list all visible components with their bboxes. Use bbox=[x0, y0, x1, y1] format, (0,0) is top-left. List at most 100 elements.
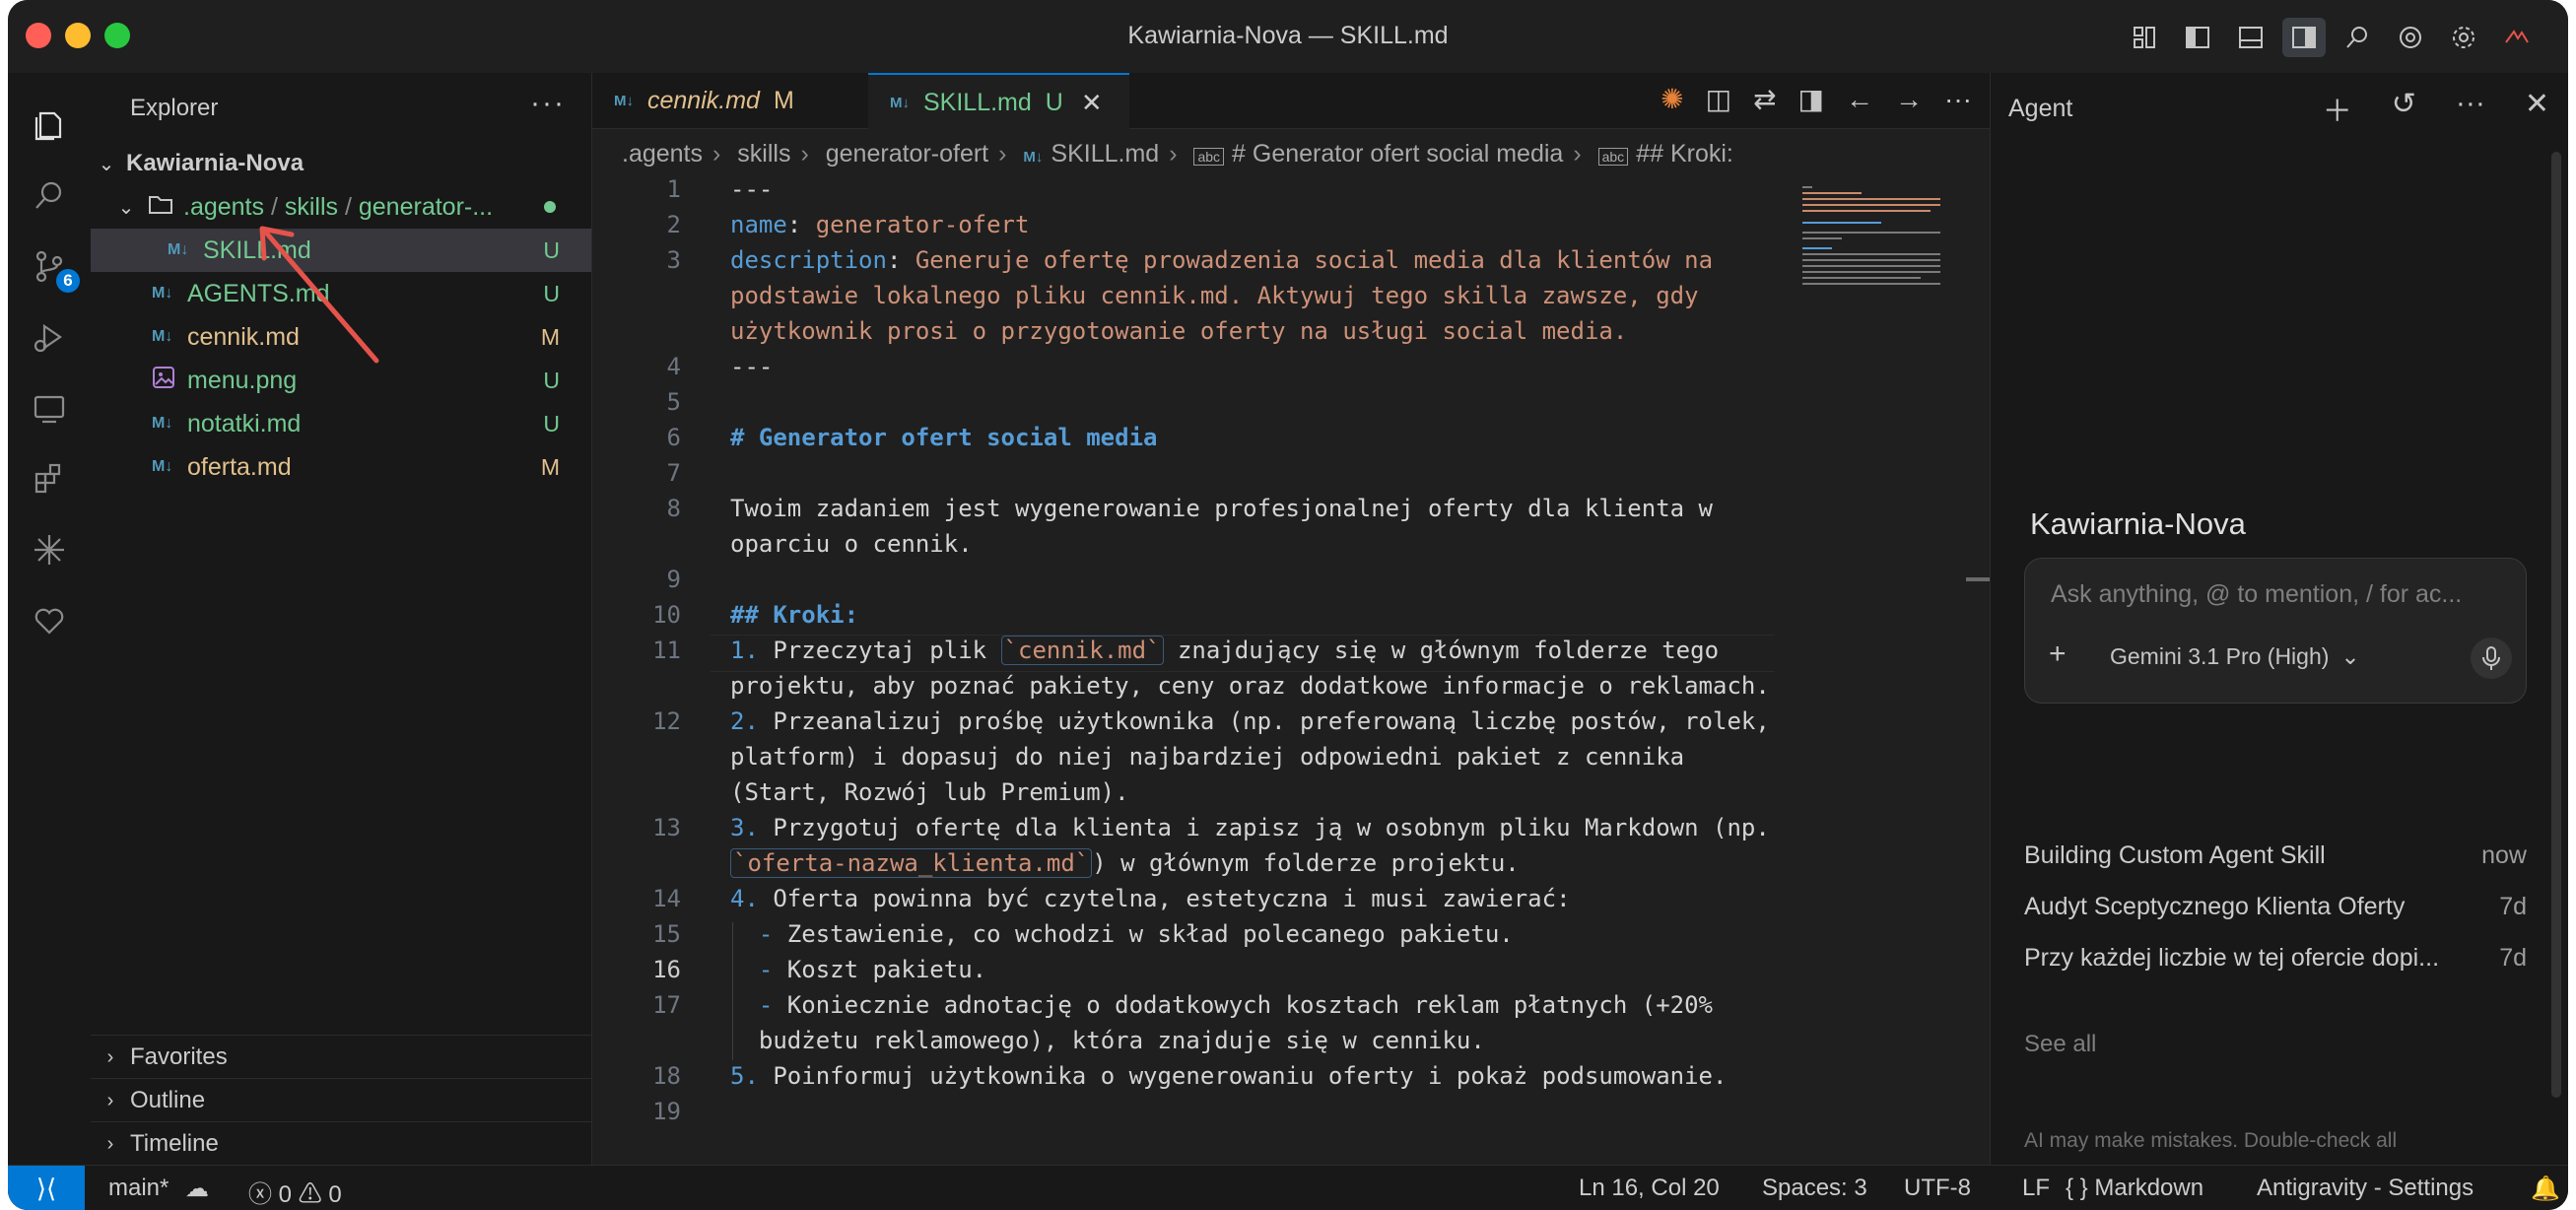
conversation-item[interactable]: Przy każdej liczbie w tej ofercie dopi..… bbox=[2024, 944, 2527, 983]
agent-scrollbar[interactable] bbox=[2551, 152, 2561, 1098]
chevron-right-icon: › bbox=[1573, 140, 1582, 168]
search-icon[interactable] bbox=[2336, 18, 2379, 57]
microphone-icon[interactable] bbox=[2471, 638, 2512, 679]
line-number: 13 bbox=[652, 814, 681, 841]
agent-project-name: Kawiarnia-Nova bbox=[2030, 506, 2246, 541]
markdown-icon: M↓ bbox=[152, 285, 173, 302]
close-icon[interactable]: ✕ bbox=[1081, 88, 1103, 118]
conversation-item[interactable]: Audyt Sceptycznego Klienta Oferty 7d bbox=[2024, 893, 2527, 932]
breadcrumb-item[interactable]: SKILL.md bbox=[1051, 140, 1159, 168]
more-icon[interactable]: ··· bbox=[2456, 87, 2485, 130]
browser-icon[interactable] bbox=[2389, 18, 2432, 57]
timeline-section[interactable]: › Timeline bbox=[91, 1121, 591, 1166]
tab-cennik[interactable]: M↓ cennik.md M bbox=[592, 73, 868, 128]
settings-status[interactable]: Antigravity - Settings bbox=[2257, 1175, 2474, 1202]
heading-symbol-icon: abc bbox=[1597, 148, 1629, 166]
line-ending[interactable]: LF bbox=[2022, 1175, 2050, 1202]
line-number: 14 bbox=[652, 885, 681, 912]
chevron-down-icon: ⌄ bbox=[98, 153, 115, 175]
encoding[interactable]: UTF-8 bbox=[1904, 1175, 1971, 1202]
history-icon[interactable]: ↺ bbox=[2392, 87, 2416, 130]
agent-panel: Agent ＋ ↺ ··· ✕ Kawiarnia-Nova Ask anyth… bbox=[1990, 73, 2568, 1165]
git-branch[interactable]: main* bbox=[108, 1175, 169, 1202]
toggle-panel-icon[interactable] bbox=[2229, 18, 2272, 57]
explorer-more-actions-button[interactable]: ··· bbox=[530, 87, 566, 120]
markdown-icon: M↓ bbox=[152, 328, 173, 345]
conversation-item[interactable]: Building Custom Agent Skill now bbox=[2024, 841, 2527, 881]
breadcrumb-item[interactable]: .agents bbox=[622, 140, 703, 168]
agent-spark-icon[interactable]: ✺ bbox=[1661, 83, 1683, 115]
chevron-right-icon: › bbox=[998, 140, 1007, 168]
source-control-icon[interactable]: 6 bbox=[20, 236, 80, 296]
ai-disclaimer: AI may make mistakes. Double-check all bbox=[2024, 1129, 2398, 1152]
status-bar: ⟩⟨ main* ☁ ⓧ 0 ⚠ 0 Ln 16, Col 20 Spaces:… bbox=[8, 1165, 2568, 1210]
cursor-position[interactable]: Ln 16, Col 20 bbox=[1579, 1175, 1720, 1202]
arrow-right-icon[interactable]: → bbox=[1895, 84, 1923, 115]
markdown-icon: M↓ bbox=[890, 94, 910, 111]
heart-icon[interactable] bbox=[20, 591, 79, 650]
file-row[interactable]: M↓ oferta.md M bbox=[91, 445, 591, 489]
code-line: - Koniecznie adnotację o dodatkowych kos… bbox=[758, 991, 1714, 1019]
open-preview-icon[interactable]: ◫ bbox=[1706, 83, 1731, 115]
breadcrumb: .agents › skills › generator-ofert › M↓ SKIL… bbox=[622, 140, 1733, 168]
compare-changes-icon[interactable]: ⇄ bbox=[1753, 83, 1776, 115]
chat-input[interactable]: Ask anything, @ to mention, / for ac... bbox=[2051, 580, 2462, 609]
search-view-icon[interactable] bbox=[20, 166, 79, 225]
see-all-link[interactable]: See all bbox=[2024, 1031, 2096, 1058]
more-actions-icon[interactable]: ··· bbox=[1944, 84, 1972, 115]
close-icon[interactable]: ✕ bbox=[2525, 87, 2549, 130]
model-selector[interactable]: Gemini 3.1 Pro (High) ⌄ bbox=[2110, 643, 2360, 670]
account-menu-icon[interactable] bbox=[2495, 18, 2539, 57]
breadcrumb-item[interactable]: skills bbox=[737, 140, 790, 168]
line-number: 3 bbox=[666, 246, 681, 274]
code-line: - Koszt pakietu. bbox=[758, 956, 987, 983]
line-number: 16 bbox=[652, 956, 681, 983]
markdown-icon: M↓ bbox=[614, 92, 634, 109]
code-line: 4. Oferta powinna być czytelna, estetycz… bbox=[730, 885, 1571, 912]
workspace-root[interactable]: ⌄ Kawiarnia-Nova bbox=[91, 142, 591, 185]
favorites-section[interactable]: › Favorites bbox=[91, 1035, 591, 1079]
breadcrumb-item[interactable]: ## Kroki: bbox=[1636, 140, 1733, 168]
folder-icon bbox=[148, 193, 179, 222]
problems-indicator[interactable]: ⓧ 0 ⚠ 0 bbox=[248, 1175, 342, 1209]
outline-section[interactable]: › Outline bbox=[91, 1078, 591, 1122]
toggle-primary-sidebar-icon[interactable] bbox=[2176, 18, 2219, 57]
line-number: 10 bbox=[652, 601, 681, 629]
run-debug-icon[interactable] bbox=[20, 307, 79, 367]
agent-spark-icon[interactable] bbox=[20, 520, 79, 579]
code-line-wrap: budżetu reklamowego), która znajduje się… bbox=[758, 1027, 1485, 1054]
breadcrumb-item[interactable]: # Generator ofert social media bbox=[1232, 140, 1563, 168]
git-status-badge: U bbox=[543, 410, 560, 437]
app-window: Kawiarnia-Nova — SKILL.md 6 Explorer ···… bbox=[8, 0, 2568, 1210]
plus-icon[interactable]: ＋ bbox=[2323, 87, 2352, 130]
extensions-icon[interactable] bbox=[20, 449, 79, 508]
arrow-left-icon[interactable]: ← bbox=[1846, 84, 1873, 115]
code-line: 3. Przygotuj ofertę dla klienta i zapisz… bbox=[730, 814, 1770, 841]
split-editor-icon[interactable]: ◨ bbox=[1798, 83, 1824, 115]
explorer-icon[interactable] bbox=[20, 95, 79, 154]
code-line-wrap: użytkownik prosi o przygotowanie oferty … bbox=[730, 317, 1628, 345]
remote-indicator-icon[interactable]: ⟩⟨ bbox=[8, 1166, 85, 1210]
code-line-wrap: podstawie lokalnego pliku cennik.md. Akt… bbox=[730, 282, 1699, 309]
code-line: - Zestawienie, co wchodzi w skład poleca… bbox=[758, 920, 1514, 948]
tab-skill[interactable]: M↓ SKILL.md U ✕ bbox=[868, 73, 1129, 130]
line-number: 6 bbox=[666, 424, 681, 451]
toggle-secondary-sidebar-icon[interactable] bbox=[2282, 18, 2326, 57]
sync-cloud-icon[interactable]: ☁ bbox=[185, 1175, 209, 1203]
file-row[interactable]: M↓ notatki.md U bbox=[91, 402, 591, 445]
tab-status: M bbox=[773, 86, 794, 114]
indentation[interactable]: Spaces: 3 bbox=[1762, 1175, 1867, 1202]
notifications-icon[interactable]: 🔔 bbox=[2531, 1175, 2560, 1203]
chevron-right-icon: › bbox=[106, 1089, 114, 1111]
file-label: oferta.md bbox=[187, 452, 292, 481]
plus-icon[interactable]: + bbox=[2049, 638, 2067, 671]
breadcrumb-item[interactable]: generator-ofert bbox=[826, 140, 988, 168]
minimap[interactable] bbox=[1802, 183, 1950, 292]
customize-layout-icon[interactable] bbox=[2123, 18, 2166, 57]
code-line-wrap: projektu, aby poznać pakiety, ceny oraz … bbox=[730, 672, 1770, 700]
language-mode[interactable]: { } Markdown bbox=[2066, 1175, 2203, 1202]
chevron-down-icon: ⌄ bbox=[117, 196, 135, 219]
chat-input-box[interactable]: Ask anything, @ to mention, / for ac... … bbox=[2024, 558, 2527, 704]
gear-icon[interactable] bbox=[2442, 18, 2485, 57]
remote-explorer-icon[interactable] bbox=[20, 378, 79, 437]
